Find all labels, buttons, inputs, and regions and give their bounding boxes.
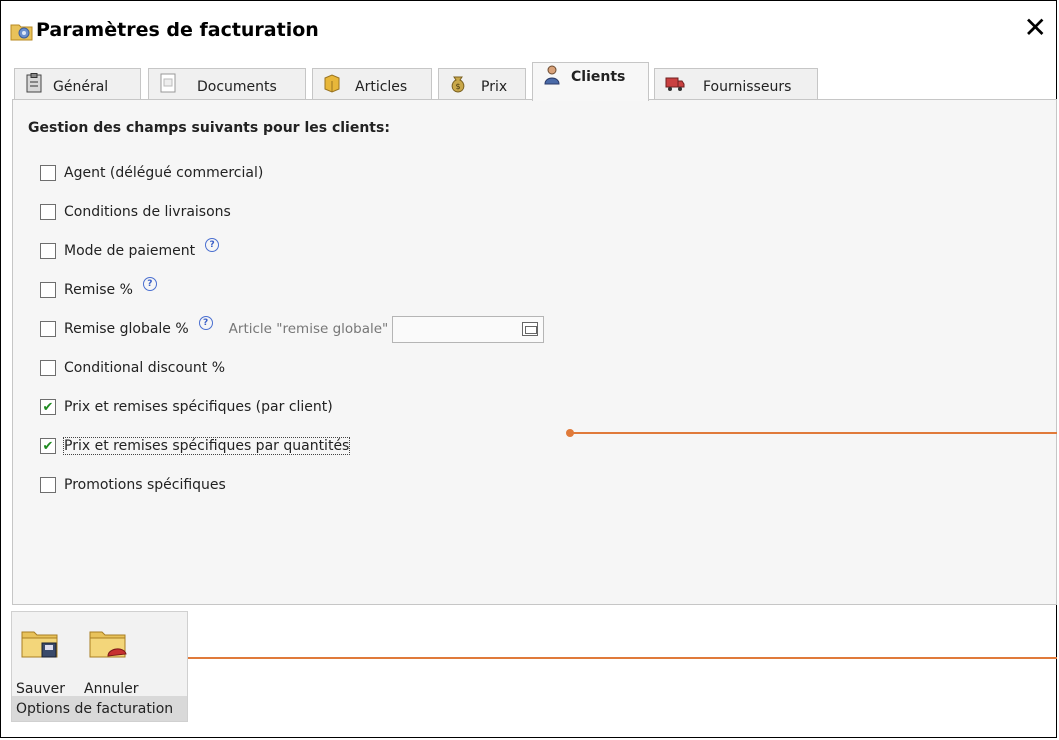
option-mode-paiement: Mode de paiement ?	[40, 238, 220, 261]
tab-fournisseurs[interactable]: Fournisseurs	[654, 68, 818, 100]
tab-documents[interactable]: Documents	[148, 68, 306, 100]
user-icon	[544, 65, 560, 85]
option-label: Conditional discount %	[64, 360, 226, 376]
toolbar-group-label: Options de facturation	[12, 696, 187, 721]
cancel-folder-icon	[89, 631, 127, 658]
option-label: Promotions spécifiques	[64, 477, 226, 493]
remise-checkbox[interactable]	[40, 282, 56, 298]
svg-text:$: $	[455, 82, 460, 91]
option-conditions-livraisons: Conditions de livraisons	[40, 202, 231, 222]
tab-prix[interactable]: $ Prix	[438, 68, 526, 100]
annotation-line	[570, 432, 1057, 434]
help-icon[interactable]: ?	[142, 277, 157, 291]
lookup-icon[interactable]	[522, 321, 539, 336]
option-prix-par-quantites: ✔ Prix et remises spécifiques par quanti…	[40, 436, 351, 456]
checkmark-icon: ✔	[42, 399, 54, 415]
tab-label: Général	[53, 79, 109, 95]
annotation-dot	[566, 429, 574, 437]
help-icon[interactable]: ?	[198, 316, 213, 330]
option-remise-globale: Remise globale % ? Article "remise globa…	[40, 315, 545, 343]
save-label: Sauver	[16, 681, 65, 697]
clients-panel: Gestion des champs suivants pour les cli…	[12, 99, 1057, 605]
save-folder-icon	[21, 631, 58, 658]
tab-label: Fournisseurs	[703, 79, 792, 95]
option-agent: Agent (délégué commercial)	[40, 163, 263, 183]
article-remise-label: Article "remise globale"	[228, 321, 389, 337]
agent-checkbox[interactable]	[40, 165, 56, 181]
option-label: Remise globale %	[64, 321, 189, 337]
option-label: Agent (délégué commercial)	[64, 165, 264, 181]
conditions-livraisons-checkbox[interactable]	[40, 204, 56, 220]
tab-label: Clients	[571, 69, 626, 85]
option-conditional-discount: Conditional discount %	[40, 358, 225, 378]
truck-icon	[665, 77, 685, 91]
mode-paiement-checkbox[interactable]	[40, 243, 56, 259]
settings-folder-icon	[10, 24, 33, 41]
option-label: Mode de paiement	[64, 243, 196, 259]
option-label: Prix et remises spécifiques (par client)	[64, 399, 333, 415]
annotation-line	[90, 657, 1057, 659]
section-title: Gestion des champs suivants pour les cli…	[28, 120, 390, 136]
tab-clients[interactable]: Clients	[532, 62, 649, 101]
help-icon[interactable]: ?	[205, 238, 220, 252]
options-toolbar: Sauver Annuler Options de facturation	[11, 611, 188, 722]
tab-general[interactable]: Général	[14, 68, 141, 100]
article-remise-input[interactable]	[392, 315, 545, 343]
remise-globale-checkbox[interactable]	[40, 321, 56, 337]
tab-label: Articles	[355, 79, 408, 95]
checkmark-icon: ✔	[42, 438, 54, 454]
tab-label: Documents	[197, 79, 277, 95]
tab-articles[interactable]: Articles	[312, 68, 432, 100]
title-bar: Paramètres de facturation ✕	[0, 0, 1057, 60]
option-label: Conditions de livraisons	[64, 204, 231, 220]
conditional-discount-checkbox[interactable]	[40, 360, 56, 376]
option-prix-par-client: ✔ Prix et remises spécifiques (par clien…	[40, 397, 333, 417]
document-icon	[160, 73, 176, 93]
option-remise: Remise % ?	[40, 277, 157, 300]
cancel-label: Annuler	[84, 681, 139, 697]
option-label: Remise %	[64, 282, 133, 298]
prix-par-quantites-checkbox[interactable]: ✔	[40, 438, 56, 454]
promotions-checkbox[interactable]	[40, 477, 56, 493]
save-button[interactable]: Sauver	[16, 618, 66, 698]
close-button[interactable]: ✕	[1024, 14, 1047, 42]
clipboard-icon	[26, 73, 42, 93]
box-icon	[324, 74, 340, 93]
dialog-title: Paramètres de facturation	[36, 19, 319, 41]
option-promotions: Promotions spécifiques	[40, 475, 226, 495]
money-bag-icon: $	[451, 76, 465, 93]
prix-par-client-checkbox[interactable]: ✔	[40, 399, 56, 415]
option-label: Prix et remises spécifiques par quantité…	[62, 437, 351, 455]
cancel-button[interactable]: Annuler	[84, 618, 138, 698]
tab-label: Prix	[481, 79, 508, 95]
